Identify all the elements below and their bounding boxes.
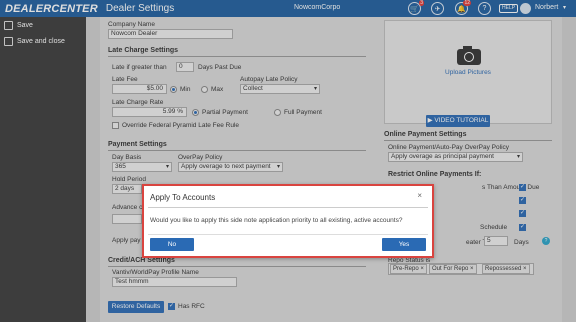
divider bbox=[148, 234, 428, 235]
dialog-message: Would you like to apply this side note a… bbox=[150, 217, 403, 224]
modal-overlay bbox=[0, 0, 576, 322]
divider bbox=[148, 207, 428, 208]
apply-to-accounts-dialog: Apply To Accounts × Would you like to ap… bbox=[142, 184, 434, 258]
yes-button[interactable]: Yes bbox=[382, 238, 426, 251]
no-button[interactable]: No bbox=[150, 238, 194, 251]
dialog-title: Apply To Accounts bbox=[150, 193, 216, 202]
close-icon[interactable]: × bbox=[417, 191, 422, 200]
